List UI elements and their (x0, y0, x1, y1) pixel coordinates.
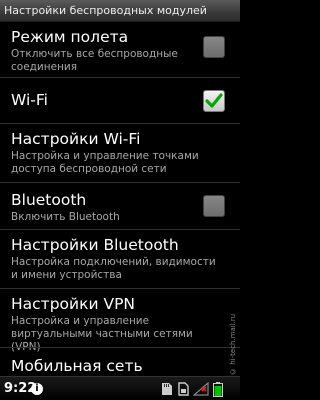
info-icon: i (31, 383, 43, 395)
list-item-bluetooth-settings[interactable]: Настройки Bluetooth Настройка подключени… (0, 230, 240, 288)
item-summary: Отключить все беспроводные соединения (11, 48, 178, 73)
item-title: Настройки VPN (11, 295, 136, 313)
item-title: Мобильная сеть (11, 357, 143, 375)
list-item-wifi[interactable]: Wi-Fi (0, 78, 240, 123)
sim-card-icon (178, 382, 189, 396)
wifi-checkbox[interactable] (203, 90, 225, 112)
list-item-bluetooth[interactable]: Bluetooth Включить Bluetooth (0, 183, 240, 229)
list-item-mobile-network[interactable]: Мобильная сеть (0, 348, 240, 376)
item-title: Bluetooth (11, 191, 87, 209)
checkmark-icon (205, 93, 223, 108)
window-title: Настройки беспроводных модулей (0, 0, 240, 22)
sd-card-icon (162, 383, 172, 395)
item-title: Настройки Wi-Fi (11, 130, 141, 148)
list-item-vpn-settings[interactable]: Настройки VPN Настройка и управление вир… (0, 289, 240, 353)
battery-icon (213, 382, 223, 397)
item-title: Wi-Fi (11, 91, 48, 109)
settings-list[interactable]: Режим полета Отключить все беспроводные … (0, 22, 240, 376)
watermark-text: © hi-tech.mail.ru (229, 313, 237, 375)
no-signal-icon (193, 382, 209, 396)
list-item-wifi-settings[interactable]: Настройки Wi-Fi Настройка и управление т… (0, 124, 240, 182)
item-title: Режим полета (11, 28, 129, 46)
bluetooth-checkbox[interactable] (203, 195, 225, 217)
item-title: Настройки Bluetooth (11, 236, 179, 254)
item-summary: Включить Bluetooth (11, 211, 120, 223)
item-summary: Настройка и управление точками доступа б… (11, 150, 199, 175)
screen: Настройки беспроводных модулей Режим пол… (0, 0, 240, 400)
status-bar[interactable]: 9:22 i (0, 376, 240, 400)
list-item-airplane-mode[interactable]: Режим полета Отключить все беспроводные … (0, 22, 240, 77)
item-summary: Настройка подключений, видимости и имени… (11, 256, 216, 281)
airplane-mode-checkbox[interactable] (203, 36, 225, 58)
